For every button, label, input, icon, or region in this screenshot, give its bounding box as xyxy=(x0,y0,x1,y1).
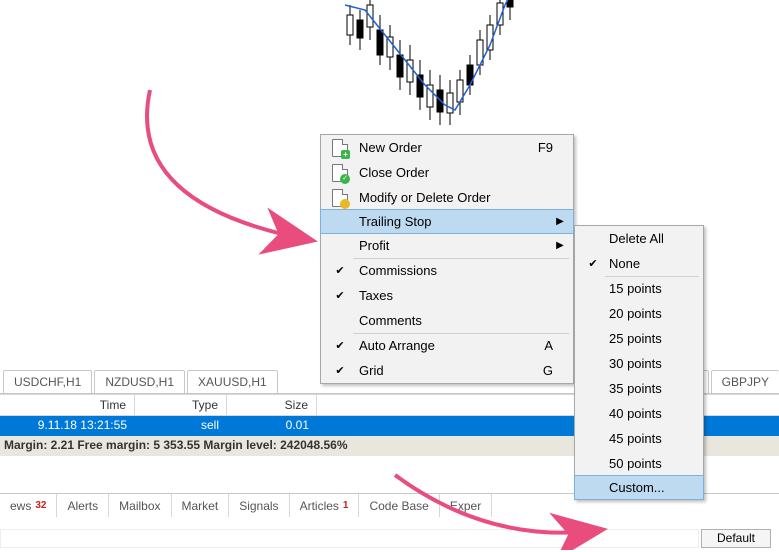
check-icon: ✔ xyxy=(327,289,353,302)
cell-size: 0.01 xyxy=(227,416,317,436)
status-bar xyxy=(0,529,699,548)
menu-label: Commissions xyxy=(353,263,517,278)
cell-time: 9.11.18 13:21:55 xyxy=(0,416,135,436)
submenu-item-30[interactable]: 30 points xyxy=(575,351,703,376)
col-time[interactable]: Time xyxy=(0,395,135,415)
menu-label: Profit xyxy=(353,238,517,253)
col-type[interactable]: Type xyxy=(135,395,227,415)
chart-tab-xauusd[interactable]: XAUUSD,H1 xyxy=(187,370,278,393)
menu-label: Comments xyxy=(353,313,517,328)
menu-label: Modify or Delete Order xyxy=(353,190,517,205)
tab-codebase[interactable]: Code Base xyxy=(359,494,439,517)
chart-area[interactable] xyxy=(0,0,779,130)
menu-item-new-order[interactable]: + New Order F9 xyxy=(321,135,573,160)
menu-item-comments[interactable]: Comments xyxy=(321,308,573,333)
submenu-item-20[interactable]: 20 points xyxy=(575,301,703,326)
tab-market[interactable]: Market xyxy=(172,494,230,517)
submenu-item-delete-all[interactable]: Delete All xyxy=(575,226,703,251)
menu-item-taxes[interactable]: ✔ Taxes xyxy=(321,283,573,308)
tab-news[interactable]: ews32 xyxy=(0,494,57,517)
menu-item-grid[interactable]: ✔ Grid G xyxy=(321,358,573,383)
chevron-right-icon: ▶ xyxy=(553,240,567,251)
trailing-stop-submenu: Delete All ✔None 15 points 20 points 25 … xyxy=(574,225,704,500)
tab-mailbox[interactable]: Mailbox xyxy=(109,494,171,517)
submenu-item-none[interactable]: ✔None xyxy=(575,251,703,276)
document-plus-icon: + xyxy=(327,139,353,157)
news-badge: 32 xyxy=(35,500,46,511)
menu-item-profit[interactable]: Profit ▶ xyxy=(321,233,573,258)
submenu-item-custom[interactable]: Custom... xyxy=(574,475,704,500)
menu-label: Auto Arrange xyxy=(353,338,517,353)
chevron-right-icon: ▶ xyxy=(553,216,567,227)
submenu-item-35[interactable]: 35 points xyxy=(575,376,703,401)
articles-badge: 1 xyxy=(343,500,349,511)
submenu-item-50[interactable]: 50 points xyxy=(575,451,703,476)
check-icon: ✔ xyxy=(327,264,353,277)
chart-tab-usdchf[interactable]: USDCHF,H1 xyxy=(3,370,92,393)
default-button[interactable]: Default xyxy=(701,529,771,548)
check-icon: ✔ xyxy=(581,257,605,270)
tab-alerts[interactable]: Alerts xyxy=(57,494,109,517)
document-settings-icon xyxy=(327,189,353,207)
menu-label: New Order xyxy=(353,140,517,155)
menu-shortcut: G xyxy=(517,363,553,378)
submenu-item-45[interactable]: 45 points xyxy=(575,426,703,451)
submenu-item-25[interactable]: 25 points xyxy=(575,326,703,351)
menu-label: Taxes xyxy=(353,288,517,303)
cell-type: sell xyxy=(135,416,227,436)
tab-signals[interactable]: Signals xyxy=(229,494,289,517)
menu-item-modify-order[interactable]: Modify or Delete Order xyxy=(321,185,573,210)
submenu-item-40[interactable]: 40 points xyxy=(575,401,703,426)
tab-articles[interactable]: Articles1 xyxy=(290,494,360,517)
menu-item-commissions[interactable]: ✔ Commissions xyxy=(321,258,573,283)
menu-item-trailing-stop[interactable]: Trailing Stop ▶ xyxy=(320,209,574,234)
chart-tab-nzdusd[interactable]: NZDUSD,H1 xyxy=(94,370,185,393)
col-size[interactable]: Size xyxy=(227,395,317,415)
check-icon: ✔ xyxy=(327,339,353,352)
context-menu: + New Order F9 ✓ Close Order Modify or D… xyxy=(320,134,574,384)
menu-item-auto-arrange[interactable]: ✔ Auto Arrange A xyxy=(321,333,573,358)
tab-experts[interactable]: Exper xyxy=(440,494,492,517)
check-icon: ✔ xyxy=(327,364,353,377)
document-check-icon: ✓ xyxy=(327,164,353,182)
candlestick-chart xyxy=(340,0,560,130)
menu-label: Grid xyxy=(353,363,517,378)
menu-label: Trailing Stop xyxy=(353,214,517,229)
menu-shortcut: F9 xyxy=(517,140,553,155)
chart-tab-gbpjpy[interactable]: GBPJPY xyxy=(711,370,779,393)
menu-item-close-order[interactable]: ✓ Close Order xyxy=(321,160,573,185)
menu-shortcut: A xyxy=(517,338,553,353)
submenu-item-15[interactable]: 15 points xyxy=(575,276,703,301)
menu-label: Close Order xyxy=(353,165,517,180)
